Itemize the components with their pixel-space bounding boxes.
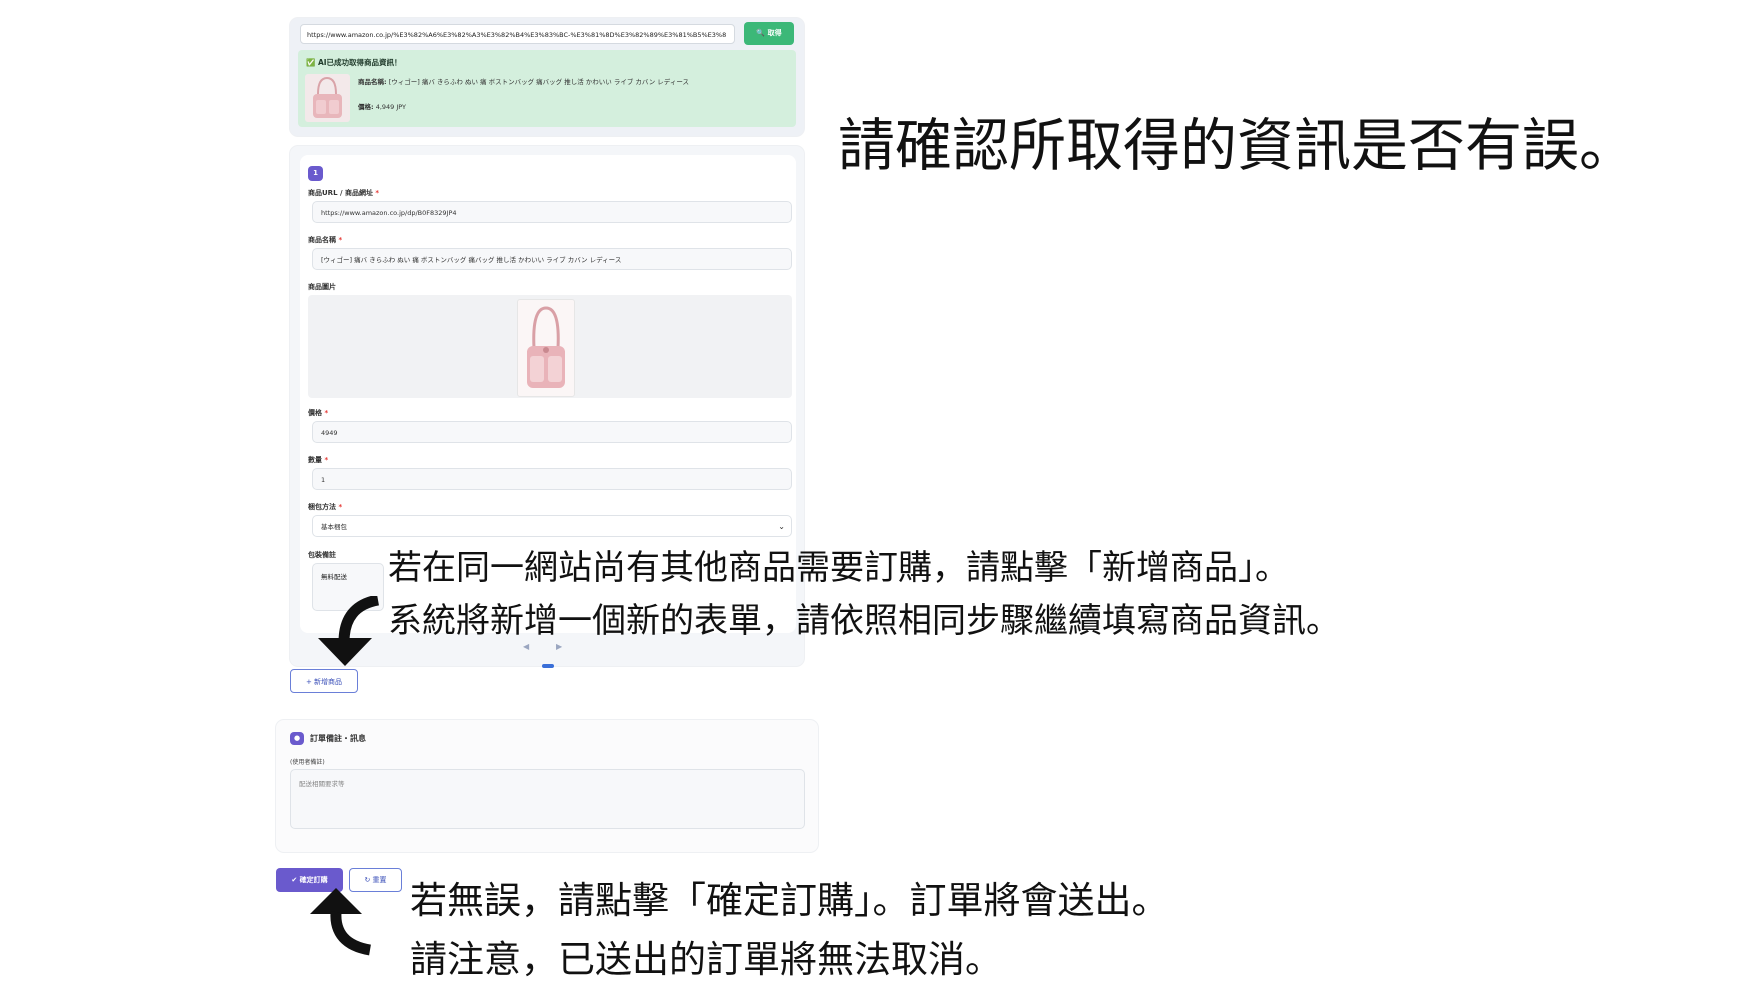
fetched-name-label: 商品名稱: [358, 78, 387, 86]
annotation-order-line2: 請注意，已送出的訂單將無法取消。 [410, 938, 1002, 981]
fetched-name-value: [ウィゴー] 痛バ きらふわ ぬい 痛 ボストンバッグ 痛バッグ 推し活 かわい… [388, 78, 690, 86]
arrow-down-icon [318, 596, 380, 666]
carousel-next-button[interactable]: ▶ [556, 642, 562, 651]
qty-label-row: 數量 * [308, 456, 329, 464]
order-notes-textarea[interactable]: 配送相關要求等 [290, 769, 805, 829]
price-input[interactable]: 4949 [312, 421, 792, 443]
fetched-product-thumbnail [305, 74, 350, 122]
product-url-input[interactable]: https://www.amazon.co.jp/%E3%82%A6%E3%82… [300, 24, 735, 44]
annotation-add-line1: 若在同一網站尚有其他商品需要訂購，請點擊「新增商品」。 [388, 548, 1289, 588]
reset-label: 重置 [372, 876, 387, 884]
url-label: 商品URL / 商品網址 [308, 189, 373, 197]
success-title: ✅ AI已成功取得商品資訊！ [306, 58, 402, 67]
fetched-price-row: 價格: 4,949 JPY [358, 101, 406, 111]
item-name-input[interactable]: [ウィゴー] 痛バ きらふわ ぬい 痛 ボストンバッグ 痛バッグ 推し活 かわい… [312, 248, 792, 270]
annotation-confirm-info: 請確認所取得的資訊是否有誤。 [838, 113, 1636, 179]
carousel-indicator[interactable] [542, 664, 554, 668]
pack-label: 梱包方法 [308, 503, 336, 511]
image-label: 商品圖片 [308, 283, 336, 291]
fetched-price-label: 價格: [358, 103, 374, 111]
order-notes-sublabel: (使用者備註) [290, 759, 325, 766]
packing-method-select[interactable]: 基本梱包 ⌄ [312, 515, 792, 537]
chat-icon: ● [290, 732, 304, 745]
arrow-up-icon [310, 888, 372, 956]
fetched-price-value: 4,949 JPY [375, 103, 407, 111]
packing-method-value: 基本梱包 [321, 523, 347, 531]
qty-label: 數量 [308, 456, 322, 464]
price-label-row: 價格 * [308, 409, 329, 417]
add-item-button[interactable]: + 新增商品 [290, 669, 358, 693]
reset-icon: ↻ [364, 876, 371, 884]
annotation-order-line1: 若無誤，請點擊「確定訂購」。訂單將會送出。 [410, 879, 1169, 922]
order-notes-title: 訂單備註・訊息 [310, 734, 366, 743]
url-label-row: 商品URL / 商品網址 * [308, 189, 380, 197]
pack-label-row: 梱包方法 * [308, 503, 343, 511]
product-image [517, 299, 575, 397]
annotation-add-line2: 系統將新增一個新的表單，請依照相同步驟繼續填寫商品資訊。 [388, 601, 1340, 641]
carousel-prev-button[interactable]: ◀ [523, 642, 529, 651]
quantity-input[interactable]: 1 [312, 468, 792, 490]
fetched-name-row: 商品名稱: [ウィゴー] 痛バ きらふわ ぬい 痛 ボストンバッグ 痛バッグ 推… [358, 76, 689, 86]
item-url-input[interactable]: https://www.amazon.co.jp/dp/B0F8329JP4 [312, 201, 792, 223]
name-label-row: 商品名稱 * [308, 236, 343, 244]
item-index-badge: 1 [308, 166, 323, 181]
pack-note-label: 包裝備註 [308, 551, 336, 559]
fetch-button[interactable]: 🔍 取得 [744, 22, 794, 45]
name-label: 商品名稱 [308, 236, 336, 244]
price-label: 價格 [308, 409, 322, 417]
chevron-down-icon: ⌄ [778, 522, 785, 531]
